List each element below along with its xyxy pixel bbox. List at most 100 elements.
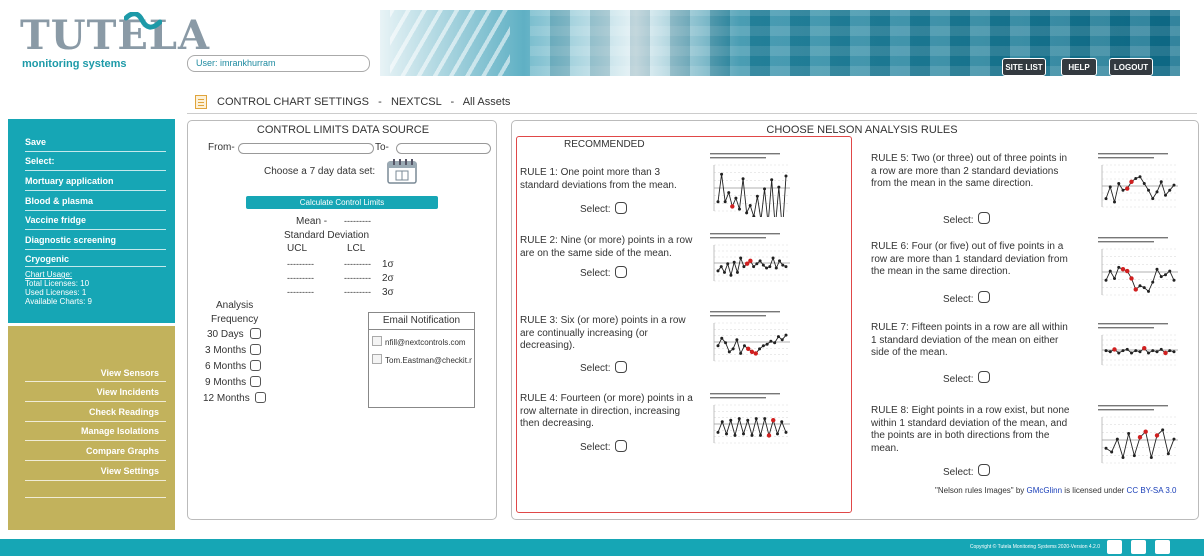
rule-1-checkbox[interactable]	[615, 202, 627, 214]
from-label: From-	[208, 142, 235, 153]
rule-6-checkbox[interactable]	[978, 291, 990, 303]
chart-point	[776, 432, 779, 436]
chart-point	[720, 336, 724, 340]
chart-point	[735, 270, 739, 274]
view-settings-link[interactable]: View Settings	[101, 466, 159, 477]
chart-point	[720, 172, 724, 176]
chart-point	[742, 344, 746, 348]
rule-4-checkbox[interactable]	[615, 440, 627, 452]
email-item[interactable]: nfill@nextcontrols.com	[372, 336, 472, 348]
rule-7-chart	[1092, 321, 1192, 371]
mean-label: Mean -	[296, 216, 328, 227]
freq-9-months-checkbox[interactable]	[250, 376, 261, 387]
freq-9-months-label: 9 Months	[205, 377, 247, 388]
freq-6-months-checkbox[interactable]	[250, 360, 261, 371]
chart-point	[784, 430, 788, 434]
chart-point	[765, 266, 769, 270]
freq-12-months-checkbox[interactable]	[255, 392, 266, 403]
chart-point	[763, 417, 767, 421]
chart-point	[719, 265, 723, 269]
chart-point	[780, 338, 784, 342]
help-button[interactable]: HELP	[1061, 58, 1097, 76]
chart-point	[1172, 278, 1176, 282]
calculate-control-limits-button[interactable]: Calculate Control Limits	[246, 196, 438, 209]
rule-7-select-label: Select:	[943, 374, 974, 385]
chart-point	[755, 194, 759, 198]
sidebar-item-select[interactable]: Select:	[25, 156, 55, 167]
attribution-license-link[interactable]: CC BY-SA 3.0	[1127, 486, 1177, 495]
calendar-icon[interactable]	[387, 158, 417, 184]
std-dev-label: Standard Deviation	[284, 230, 370, 241]
chart-point	[1159, 180, 1163, 184]
chart-point	[727, 350, 731, 354]
chart-point	[1121, 188, 1125, 192]
chart-point	[777, 185, 781, 189]
sidebar-item-vaccine-fridge[interactable]: Vaccine fridge	[25, 215, 86, 226]
chart-point	[758, 347, 762, 351]
chart-point	[745, 211, 749, 215]
chart-point	[1117, 181, 1121, 185]
rule-8-checkbox[interactable]	[978, 464, 990, 476]
chart-point	[1142, 346, 1147, 351]
chart-point	[774, 266, 778, 270]
rule-3-checkbox[interactable]	[615, 361, 627, 373]
chart-point	[1113, 200, 1116, 204]
view-sensors-link[interactable]: View Sensors	[101, 368, 159, 379]
chart-point	[1159, 275, 1163, 279]
manage-isolations-link[interactable]: Manage Isolations	[81, 426, 159, 437]
sidebar-item-cryogenic[interactable]: Cryogenic	[25, 254, 69, 265]
chart-point	[742, 265, 746, 269]
freq-3-months-checkbox[interactable]	[250, 344, 261, 355]
chart-point	[784, 333, 788, 337]
chart-point	[768, 265, 772, 269]
chart-point	[753, 351, 758, 356]
compare-graphs-link[interactable]: Compare Graphs	[86, 446, 159, 457]
check-readings-link[interactable]: Check Readings	[89, 407, 159, 418]
chart-point	[1168, 188, 1172, 192]
rule-7-text: RULE 7: Fifteen points in a row are all …	[871, 322, 1068, 358]
rule-5-text: RULE 5: Two (or three) out of three poin…	[871, 153, 1068, 189]
monitor-icon[interactable]	[1107, 540, 1122, 554]
breadcrumb-text: CONTROL CHART SETTINGS - NEXTCSL - All A…	[217, 96, 511, 108]
chart-point	[731, 347, 735, 351]
email-item[interactable]: Tom.Eastman@checkit.n	[372, 354, 472, 366]
user-field: User: imrankhurram	[187, 55, 370, 72]
rule-7-checkbox[interactable]	[978, 371, 990, 383]
phone-icon[interactable]	[1131, 540, 1146, 554]
control-limits-title: CONTROL LIMITS DATA SOURCE	[256, 124, 430, 136]
mean-value: ---------	[344, 216, 371, 226]
chart-point	[723, 200, 727, 204]
chart-point	[1137, 435, 1143, 440]
chart-point	[1134, 349, 1138, 353]
frequency-label: Frequency	[211, 314, 259, 325]
chart-point	[1147, 188, 1150, 192]
footer: Copyright © Tutela Monitoring Systems 20…	[0, 539, 1204, 556]
chart-point	[1108, 269, 1112, 273]
from-date-input[interactable]	[238, 143, 374, 154]
attribution-author-link[interactable]: GMcGlinn	[1027, 486, 1063, 495]
chart-point	[1125, 268, 1130, 274]
site-list-button[interactable]: SITE LIST	[1002, 58, 1046, 76]
chart-point	[771, 418, 776, 423]
freq-30-days-checkbox[interactable]	[250, 328, 261, 339]
sidebar-item-blood-plasma[interactable]: Blood & plasma	[25, 196, 93, 207]
rule-2-checkbox[interactable]	[615, 266, 627, 278]
chart-point	[784, 174, 788, 178]
to-date-input[interactable]	[396, 143, 491, 154]
sidebar-item-save[interactable]: Save	[25, 137, 46, 148]
freq-6-months-label: 6 Months	[205, 361, 247, 372]
sidebar-item-diagnostic-screening[interactable]: Diagnostic screening	[25, 235, 116, 246]
view-incidents-link[interactable]: View Incidents	[97, 387, 159, 398]
sidebar-item-mortuary[interactable]: Mortuary application	[25, 176, 114, 187]
rule-8-select-label: Select:	[943, 467, 974, 478]
sidebar-menu: Save Select: Mortuary application Blood …	[8, 119, 175, 323]
chart-point	[761, 344, 765, 348]
chart-point	[1133, 287, 1138, 292]
rule-6-chart	[1092, 235, 1192, 301]
rule-5-checkbox[interactable]	[978, 212, 990, 224]
chart-point	[1115, 437, 1119, 441]
chart-point	[746, 418, 750, 422]
ucl-1-value: ---------	[287, 259, 314, 269]
logout-button[interactable]: LOGOUT	[1109, 58, 1153, 76]
tablet-icon[interactable]	[1155, 540, 1170, 554]
